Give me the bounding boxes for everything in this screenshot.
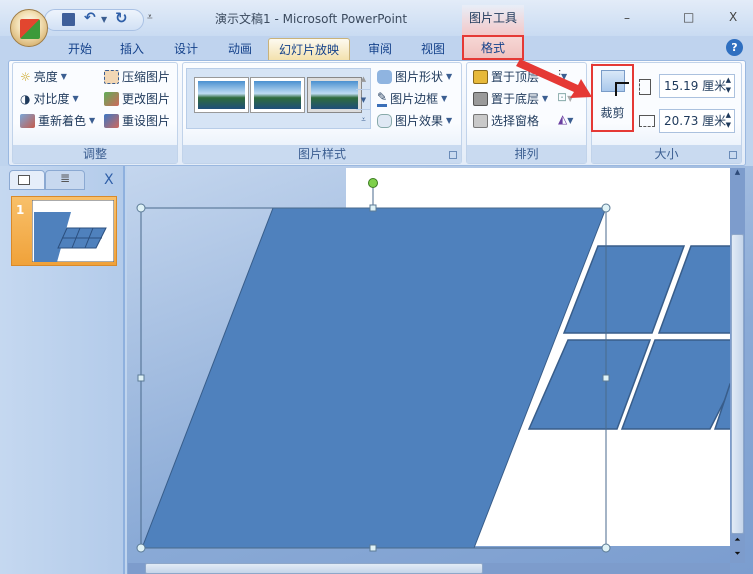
picture-effects-label: 图片效果 <box>395 114 444 128</box>
picture-shape-button[interactable]: 图片形状 ▼ <box>377 68 452 85</box>
office-logo-icon <box>20 19 40 39</box>
save-icon[interactable] <box>62 13 75 26</box>
group-picture-styles-label: 图片样式 <box>183 145 461 163</box>
minimize-button[interactable]: – <box>624 11 630 25</box>
help-icon[interactable]: ? <box>726 39 743 56</box>
contrast-icon: ◑ <box>20 91 31 106</box>
picture-border-label: 图片边框 <box>390 92 439 106</box>
tab-design[interactable]: 设计 <box>168 38 204 60</box>
style-thumb-2[interactable] <box>250 77 305 113</box>
office-button[interactable] <box>10 9 48 47</box>
selection-pane-button[interactable]: 选择窗格 <box>473 112 539 129</box>
style-thumb-1[interactable] <box>194 77 249 113</box>
compress-label: 压缩图片 <box>122 70 171 84</box>
effects-icon <box>377 113 392 128</box>
send-to-back-icon <box>473 91 488 106</box>
crop-icon-corner <box>615 82 629 96</box>
width-value: 20.73 厘米 <box>664 114 727 128</box>
annotation-arrow <box>516 59 592 98</box>
tab-review[interactable]: 审阅 <box>362 38 398 60</box>
selection-pane-icon <box>473 113 488 128</box>
compress-icon <box>104 69 119 84</box>
picture-tools-label: 图片工具 <box>462 5 524 35</box>
height-spinner[interactable]: ▲ ▼ <box>726 75 731 95</box>
tab-slideshow[interactable]: 幻灯片放映 <box>268 38 350 60</box>
size-dialog-launcher-icon[interactable] <box>729 151 737 159</box>
width-spinner[interactable]: ▲ ▼ <box>726 110 731 130</box>
maximize-button[interactable]: □ <box>683 10 694 24</box>
slide-canvas <box>136 168 730 553</box>
tab-slides[interactable] <box>9 170 45 190</box>
sun-icon: ☼ <box>20 69 31 84</box>
picture-effects-button[interactable]: 图片效果 ▼ <box>377 112 452 129</box>
height-input[interactable]: 15.19 厘米 ▲ ▼ <box>659 74 735 98</box>
tab-view[interactable]: 视图 <box>415 38 451 60</box>
slide-number: 1 <box>16 203 25 217</box>
horizontal-scroll-thumb[interactable] <box>145 563 483 574</box>
rotate-icon[interactable]: ◭▼ <box>558 112 573 126</box>
reset-picture-label: 重设图片 <box>122 114 171 128</box>
recolor-label: 重新着色 <box>38 114 87 128</box>
rotation-handle <box>368 178 378 188</box>
undo-icon[interactable]: ↶ <box>84 10 96 26</box>
bring-to-front-icon <box>473 69 488 84</box>
tab-outline[interactable]: ≣ <box>45 170 85 190</box>
gallery-down-button[interactable]: ▼ <box>356 89 371 109</box>
width-input[interactable]: 20.73 厘米 ▲ ▼ <box>659 109 735 133</box>
picture-shape-label: 图片形状 <box>395 70 444 84</box>
window-title: 演示文稿1 - Microsoft PowerPoint <box>215 12 408 26</box>
scroll-up-button[interactable]: ▲ <box>730 168 745 182</box>
group-adjust-label: 调整 <box>13 145 177 163</box>
customize-toolbar-icon[interactable]: ⩡ <box>147 12 153 23</box>
brightness-label: 亮度 <box>33 70 58 84</box>
dialog-launcher-icon[interactable] <box>449 151 457 159</box>
height-value: 15.19 厘米 <box>664 79 727 93</box>
gallery-up-button[interactable]: ▲ <box>356 69 371 89</box>
slide-icon <box>18 175 30 185</box>
reset-picture-icon <box>104 113 119 128</box>
vertical-scroll-thumb[interactable] <box>731 234 744 534</box>
vertical-scrollbar[interactable]: ▲ ⏶ ⏷ <box>730 168 745 563</box>
contrast-label: 对比度 <box>33 92 70 106</box>
close-pane-button[interactable]: X <box>104 172 114 188</box>
style-thumb-3[interactable] <box>307 77 362 113</box>
width-icon <box>639 115 655 127</box>
undo-dropdown-icon[interactable]: ▼ <box>101 15 107 24</box>
height-icon <box>639 79 651 95</box>
horizontal-scrollbar[interactable] <box>128 563 730 574</box>
previous-slide-button[interactable]: ⏶ <box>730 535 745 545</box>
close-button[interactable]: X <box>729 10 737 24</box>
compress-pictures-button[interactable]: 压缩图片 <box>104 68 170 85</box>
recolor-button[interactable]: 重新着色 ▼ <box>20 112 95 129</box>
picture-border-button[interactable]: ✎ 图片边框 ▼ <box>377 90 447 107</box>
selection-pane-label: 选择窗格 <box>491 114 540 128</box>
tab-animation[interactable]: 动画 <box>222 38 258 60</box>
reset-picture-button[interactable]: 重设图片 <box>104 112 170 129</box>
brightness-button[interactable]: ☼ 亮度 ▼ <box>20 68 67 85</box>
tab-home[interactable]: 开始 <box>62 38 98 60</box>
slide-thumbnail-1[interactable]: 1 <box>11 196 117 266</box>
contrast-button[interactable]: ◑ 对比度 ▼ <box>20 90 79 107</box>
group-size-label: 大小 <box>592 145 741 163</box>
recolor-icon <box>20 113 35 128</box>
group-arrange-label: 排列 <box>467 145 586 163</box>
slide-thumbnail-preview <box>32 200 114 262</box>
change-picture-label: 更改图片 <box>122 92 171 106</box>
next-slide-button[interactable]: ⏷ <box>730 549 745 559</box>
tab-insert[interactable]: 插入 <box>114 38 150 60</box>
redo-icon[interactable]: ↻ <box>115 9 128 27</box>
gallery-more-button[interactable]: ⩡ <box>356 109 371 129</box>
change-picture-icon <box>104 91 119 106</box>
pencil-icon: ✎ <box>377 90 388 107</box>
change-picture-button[interactable]: 更改图片 <box>104 90 170 107</box>
shape-icon <box>377 69 392 84</box>
